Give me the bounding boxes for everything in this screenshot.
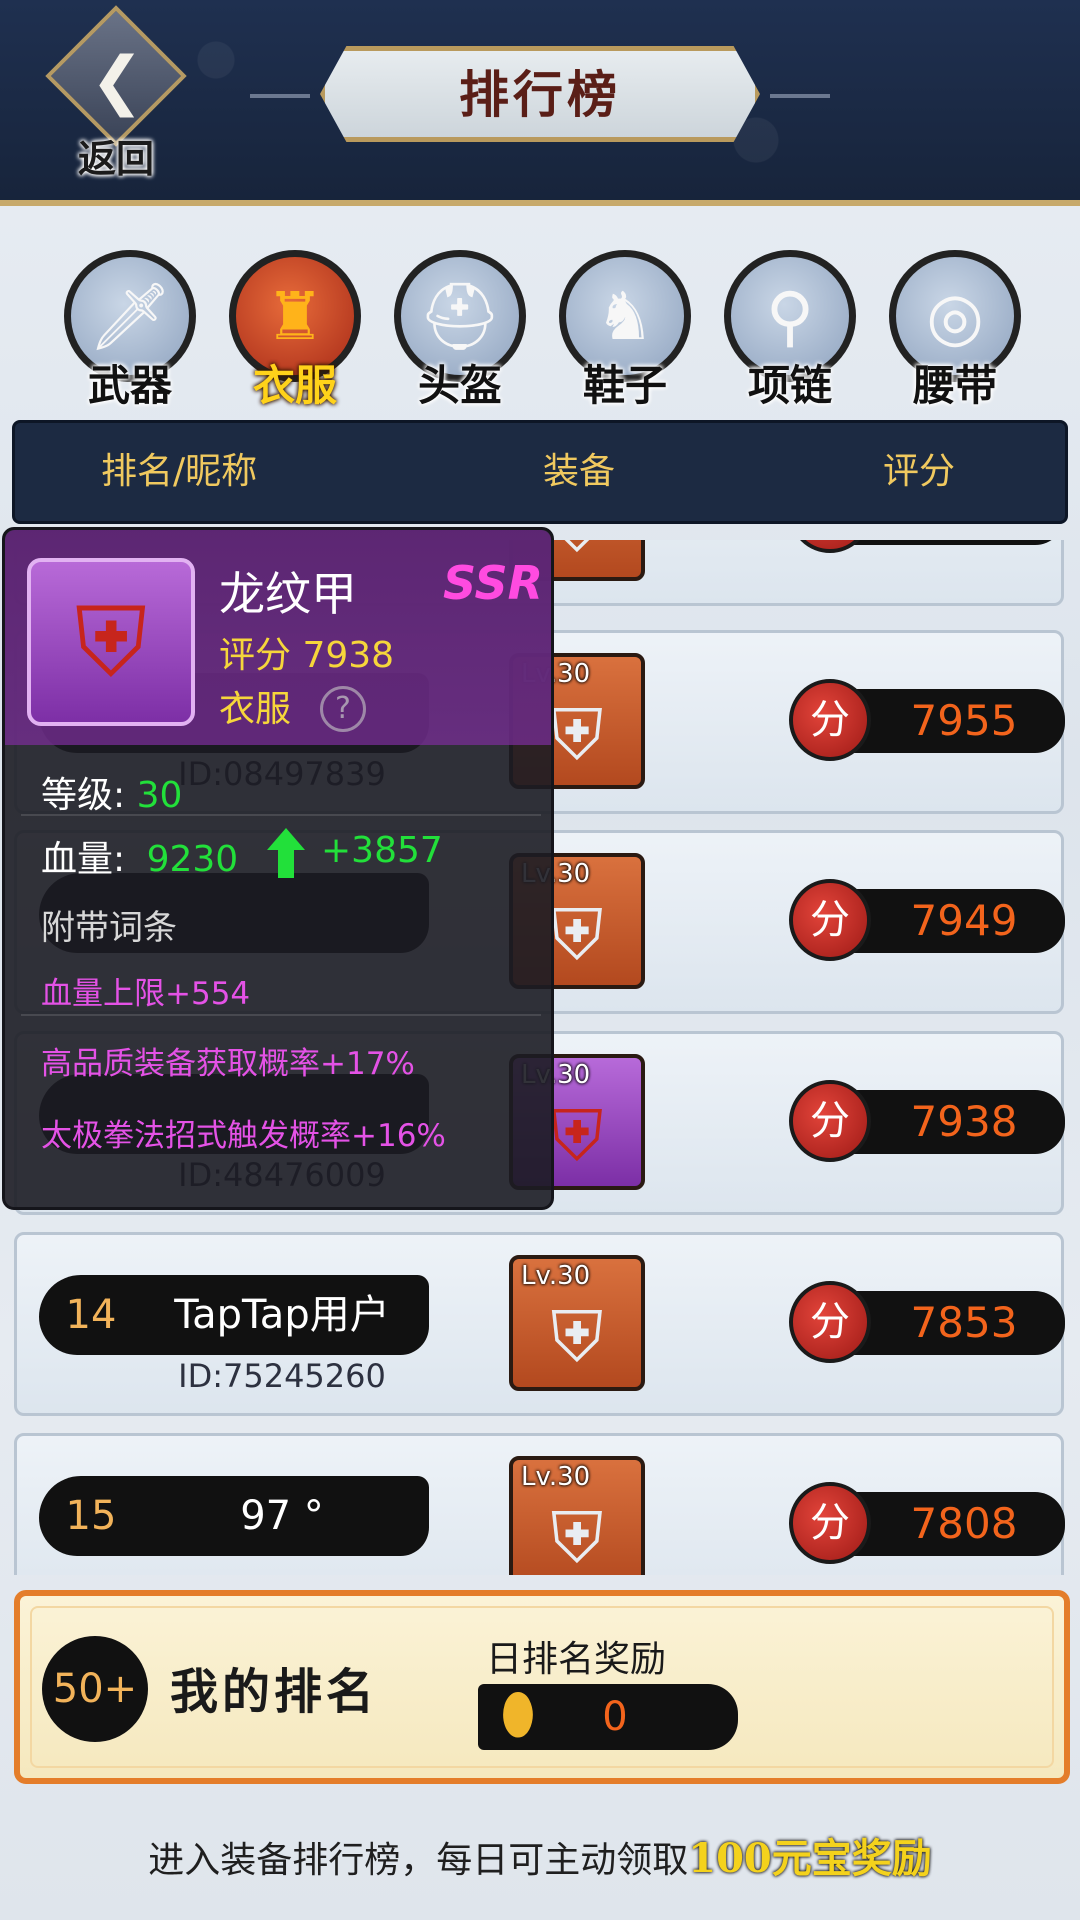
tab-label: 鞋子 (582, 361, 667, 410)
column-rank-name: 排名/昵称 (101, 451, 258, 492)
level-stat: 等级: 30 (41, 766, 182, 818)
score-badge: 分 (789, 1080, 871, 1162)
item-type: 衣服 (219, 689, 292, 730)
hp-label: 血量: (41, 839, 126, 880)
help-icon[interactable]: ? (320, 686, 366, 732)
category-tabs: 🗡 武器 ♜ 衣服 ⛑ 头盔 ♞ 鞋子 ⚲ 项链 ◎ 腰带 (0, 244, 1080, 414)
item-icon-frame: ⛨ (27, 558, 195, 726)
tab-helmet[interactable]: ⛑ 头盔 (386, 244, 534, 414)
footer-note: 进入装备排行榜，每日可主动领取100元宝奖励 (0, 1826, 1080, 1884)
player-name: 97 ° (240, 1493, 324, 1539)
score-badge: 分 (789, 879, 871, 961)
page-title: 排行榜 (459, 65, 621, 124)
my-rank-badge: 50+ (42, 1636, 148, 1742)
tab-armor[interactable]: ♜ 衣服 (221, 244, 369, 414)
tab-belt[interactable]: ◎ 腰带 (881, 244, 1029, 414)
armor-icon: ⛨ (550, 1497, 604, 1575)
header-bar: ❮ 返回 排行榜 (0, 0, 1080, 206)
item-score: 评分 7938 (219, 635, 395, 676)
column-score: 评分 (883, 451, 956, 492)
ranking-row[interactable]: 14 TapTap用户 ID:75245260 Lv.30 ⛨ 分 7853 (14, 1232, 1065, 1416)
affix-title: 附带词条 (41, 908, 177, 948)
equipment-slot[interactable]: Lv.30 ⛨ (509, 1456, 645, 1575)
rank-number: 15 (65, 1493, 117, 1539)
divider (21, 1014, 541, 1016)
item-rarity: SSR (443, 556, 544, 610)
armor-icon: ⛨ (550, 1296, 604, 1378)
score-value: 7808 (910, 1499, 1018, 1548)
hp-stat: 血量: 9230 (41, 830, 238, 882)
player-name: TapTap用户 (174, 1292, 390, 1338)
reward-value: 0 (602, 1694, 628, 1740)
affix-item: 太极拳法招式触发概率+16% (41, 1118, 446, 1154)
item-name: 龙纹甲 (219, 567, 357, 621)
affix-item: 血量上限+554 (41, 976, 251, 1012)
tab-boots[interactable]: ♞ 鞋子 (551, 244, 699, 414)
hp-value: 9230 (146, 839, 239, 880)
tab-label: 腰带 (912, 361, 997, 410)
score-value: 7853 (910, 1298, 1018, 1347)
daily-reward-label: 日排名奖励 (486, 1639, 667, 1680)
column-header: 排名/昵称 装备 评分 (12, 420, 1068, 524)
gold-ingot-icon: ⬮ (500, 1682, 536, 1747)
equipment-level: Lv.30 (521, 1261, 591, 1291)
equipment-slot[interactable]: Lv.30 ⛨ (509, 1255, 645, 1391)
my-ranking-panel: 50+ 我的排名 日排名奖励 ⬮ 0 (14, 1590, 1070, 1784)
tab-weapon[interactable]: 🗡 武器 (56, 244, 204, 414)
title-ornament-left (250, 94, 310, 98)
footer-text: 进入装备排行榜，每日可主动领取 (148, 1840, 689, 1881)
item-tooltip[interactable]: ⛨ 龙纹甲 SSR 评分 7938 衣服 等级: 30 血量: 9230 +38… (2, 527, 554, 1210)
score-value: 7955 (910, 696, 1018, 745)
footer-highlight: 100元宝奖励 (688, 1835, 932, 1882)
score-value: 7938 (910, 1097, 1018, 1146)
rank-number: 14 (65, 1292, 117, 1338)
my-rank-label: 我的排名 (170, 1664, 379, 1720)
equipment-level: Lv.30 (521, 1462, 591, 1492)
title-ornament-right (770, 94, 830, 98)
tab-label: 衣服 (252, 361, 337, 410)
affix-item: 高品质装备获取概率+17% (41, 1046, 415, 1082)
hp-bonus: +3857 (321, 830, 443, 871)
column-equipment: 装备 (543, 451, 616, 492)
level-value: 30 (136, 775, 183, 816)
armor-icon: ⛨ (75, 586, 147, 698)
divider (21, 814, 541, 816)
back-arrow-icon: ❮ (90, 44, 144, 118)
arrow-up-icon (267, 828, 305, 878)
level-label: 等级: (41, 775, 126, 816)
score-badge: 分 (789, 679, 871, 761)
player-id: ID:75245260 (178, 1357, 386, 1395)
back-button[interactable]: ❮ 返回 (44, 5, 188, 181)
score-bar (825, 540, 1065, 545)
tab-label: 头盔 (417, 361, 502, 410)
tab-necklace[interactable]: ⚲ 项链 (716, 244, 864, 414)
tab-label: 项链 (747, 361, 832, 410)
score-badge: 分 (789, 1482, 871, 1564)
back-button-label: 返回 (77, 136, 154, 181)
score-value: 7949 (910, 896, 1018, 945)
tab-label: 武器 (87, 361, 172, 410)
ranking-row[interactable]: 15 97 ° Lv.30 ⛨ 分 7808 (14, 1433, 1065, 1575)
score-badge: 分 (789, 1281, 871, 1363)
